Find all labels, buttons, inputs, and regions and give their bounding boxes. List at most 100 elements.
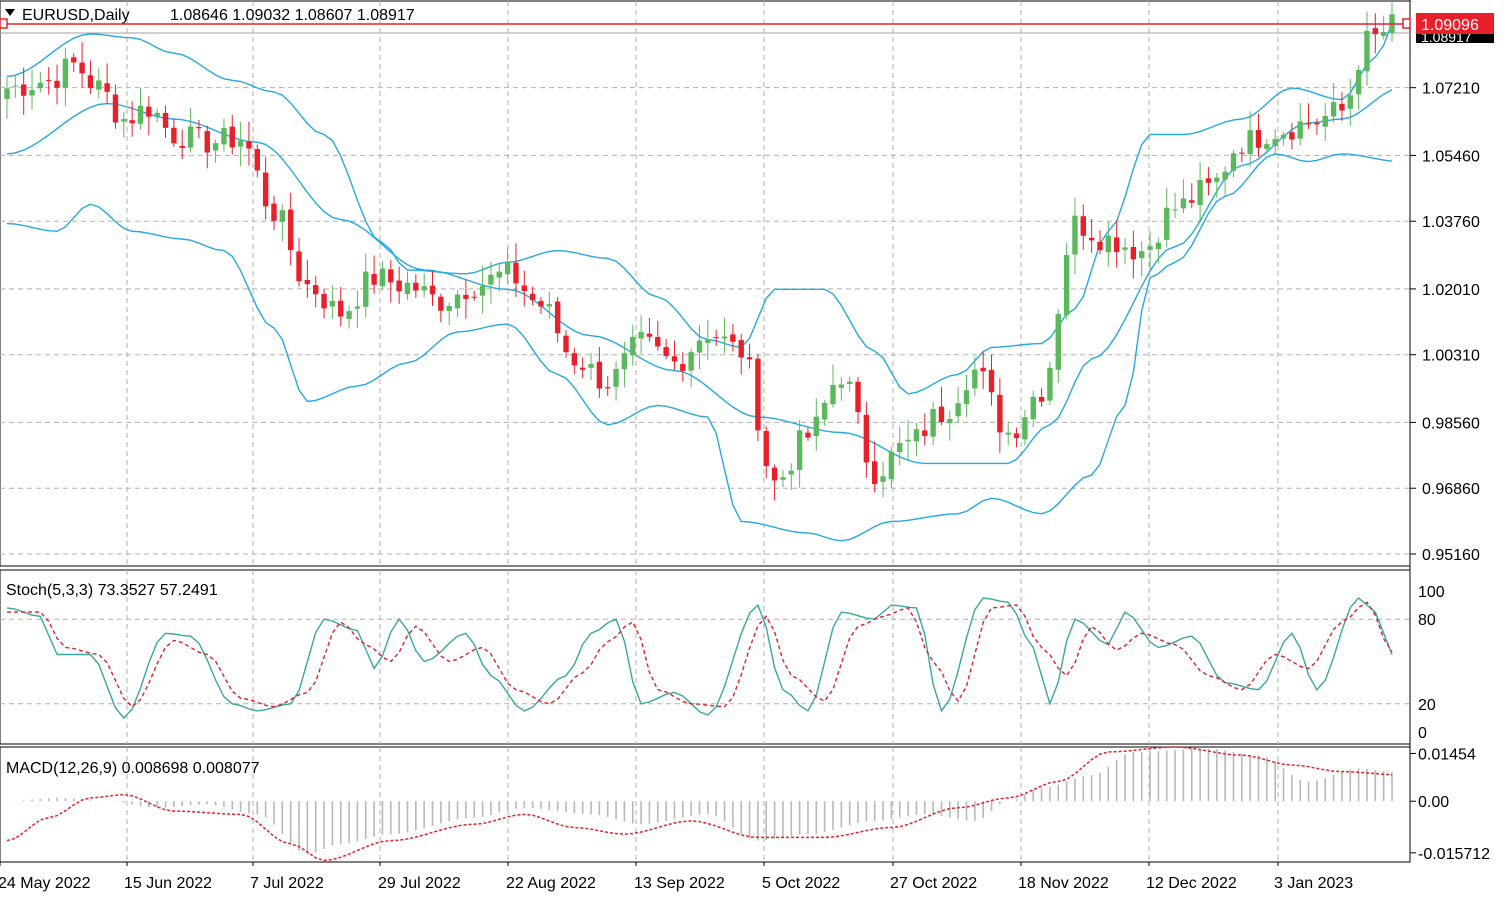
candle-body (872, 461, 878, 485)
candle-body (1372, 28, 1379, 35)
candle-body (1047, 367, 1053, 401)
candle-body (471, 296, 477, 298)
candle-body (1080, 216, 1086, 236)
candle-body (880, 476, 886, 482)
candle-body (630, 336, 636, 356)
candle-body (988, 369, 995, 393)
candle-body (621, 353, 628, 370)
price-line-handle-right[interactable] (1402, 18, 1411, 29)
candle-body (1297, 121, 1303, 139)
candle-body (154, 112, 160, 117)
candle-body (1097, 241, 1103, 251)
macd-label: MACD(12,26,9) 0.008698 0.008077 (6, 760, 260, 777)
symbol-timeframe: EURUSD,Daily (22, 7, 130, 24)
grid (0, 1, 1410, 862)
candle-body (888, 452, 895, 480)
candle-body (137, 105, 144, 124)
date-tick-label: 5 Oct 2022 (762, 875, 840, 892)
candle-body (388, 269, 394, 283)
candle-body (246, 141, 252, 149)
candle-body (529, 293, 536, 301)
candle-body (613, 368, 619, 387)
candle-body (104, 83, 110, 92)
candle-body (1022, 417, 1028, 440)
candle-body (221, 127, 227, 145)
candle-body (1147, 246, 1153, 250)
candle-body (488, 274, 494, 285)
candle-body (538, 301, 544, 307)
bollinger-bands (6, 22, 1393, 542)
candle-body (1113, 237, 1120, 253)
date-tick-label: 13 Sep 2022 (634, 875, 725, 892)
date-tick-label: 15 Jun 2022 (124, 875, 212, 892)
candle-body (546, 304, 553, 307)
candle-body (379, 268, 386, 287)
candle-body (721, 336, 728, 339)
candle-body (1072, 215, 1078, 255)
candle-body (897, 442, 903, 453)
header-dropdown-icon[interactable] (5, 9, 15, 16)
candle-body (87, 75, 94, 88)
candle-body (1197, 180, 1203, 205)
candle-body (504, 261, 511, 275)
ohlc-values: 1.08646 1.09032 1.08607 1.08917 (170, 7, 415, 24)
price-tick-label: 1.07210 (1422, 81, 1480, 98)
candle-body (1347, 95, 1353, 109)
candle-body (596, 361, 603, 389)
candle-body (1255, 130, 1262, 148)
candle-body (1105, 235, 1112, 253)
candle-body (1088, 237, 1095, 241)
candle-body (271, 203, 277, 221)
candle-body (20, 84, 27, 96)
candle-body (29, 89, 35, 96)
candle-body (913, 429, 920, 442)
stochastic-lines (6, 597, 1393, 719)
candle-body (830, 384, 836, 405)
candle-body (496, 271, 502, 278)
candle-body (763, 431, 769, 467)
candle-body (187, 126, 194, 148)
price-line-handle-left[interactable] (0, 18, 8, 29)
candle-body (204, 131, 210, 153)
candle-body (1013, 433, 1020, 438)
candle-body (1264, 144, 1270, 149)
price-tick-label: 0.96860 (1422, 481, 1480, 498)
price-tick-label: 1.05460 (1422, 148, 1480, 165)
macd-tick-label: 0.01454 (1418, 746, 1476, 763)
candle-body (1005, 432, 1011, 435)
stoch-tick-label: 100 (1418, 584, 1445, 601)
candle-body (162, 112, 169, 128)
candle-body (796, 430, 803, 470)
candle-body (554, 301, 561, 334)
date-tick-label: 3 Jan 2023 (1274, 875, 1353, 892)
candle-body (780, 477, 786, 480)
candle-body (513, 262, 519, 284)
candle-body (354, 306, 361, 309)
macd-tick-label: 0.00 (1418, 794, 1449, 811)
candle-body (1314, 122, 1320, 125)
candle-body (371, 273, 377, 285)
candle-body (805, 432, 811, 438)
candle-body (1138, 251, 1145, 259)
candle-body (338, 300, 344, 317)
macd-tick-label: -0.015712 (1418, 846, 1490, 863)
candle-body (738, 340, 744, 358)
candle-body (730, 334, 736, 342)
candle-body (646, 333, 653, 337)
date-tick-label: 18 Nov 2022 (1018, 875, 1109, 892)
candle-body (1130, 246, 1137, 260)
candle-body (1205, 178, 1212, 183)
price-tick-label: 0.98560 (1422, 415, 1480, 432)
candle-body (1339, 103, 1345, 111)
candle-body (129, 120, 135, 124)
candle-body (755, 358, 761, 431)
candle-body (438, 296, 444, 311)
candle-body (922, 430, 928, 436)
candle-body (746, 357, 753, 360)
date-tick-label: 7 Jul 2022 (250, 875, 324, 892)
price-tick-label: 1.03760 (1422, 214, 1480, 231)
candle-body (938, 406, 945, 423)
candle-body (296, 251, 302, 282)
candle-body (1055, 314, 1061, 370)
candle-body (413, 282, 419, 291)
